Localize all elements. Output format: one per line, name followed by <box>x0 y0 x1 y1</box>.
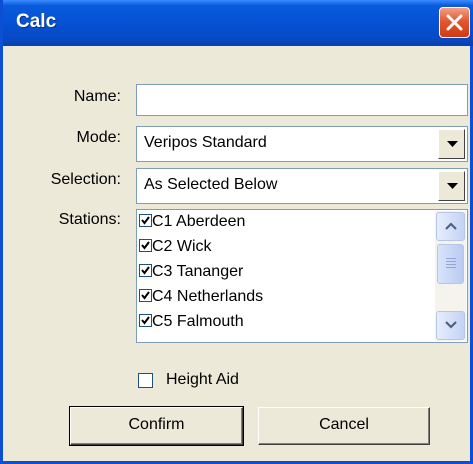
station-item[interactable]: C4 Netherlands <box>139 288 263 312</box>
station-item[interactable]: C3 Tananger <box>139 263 243 287</box>
selection-select[interactable]: As Selected Below <box>136 168 468 204</box>
selection-dropdown-button[interactable] <box>438 171 465 201</box>
calc-dialog: Calc Name: Mode: Veripos Standard Select… <box>0 0 473 464</box>
station-checkbox[interactable] <box>139 289 152 302</box>
confirm-button[interactable]: Confirm <box>69 406 244 446</box>
height-aid-label: Height Aid <box>166 371 239 388</box>
stations-scrollbar[interactable] <box>435 211 466 341</box>
scroll-down-button[interactable] <box>436 311 465 340</box>
scroll-thumb[interactable] <box>437 244 464 284</box>
title-bar[interactable]: Calc <box>3 0 473 46</box>
check-icon <box>141 241 150 250</box>
station-checkbox[interactable] <box>139 214 152 227</box>
mode-value: Veripos Standard <box>144 134 267 151</box>
cancel-button[interactable]: Cancel <box>258 407 430 445</box>
station-item[interactable]: C2 Wick <box>139 238 212 262</box>
station-checkbox[interactable] <box>139 314 152 327</box>
close-button[interactable] <box>439 7 470 38</box>
station-item[interactable]: C5 Falmouth <box>139 313 244 337</box>
name-input[interactable] <box>136 84 468 116</box>
window-title: Calc <box>16 11 57 32</box>
height-aid-box[interactable] <box>138 373 153 388</box>
station-label: C3 Tananger <box>152 263 244 280</box>
station-label: C2 Wick <box>152 238 212 255</box>
check-icon <box>141 291 150 300</box>
mode-select[interactable]: Veripos Standard <box>136 126 468 162</box>
station-checkbox[interactable] <box>139 239 152 252</box>
station-item[interactable]: C1 Aberdeen <box>139 213 245 237</box>
stations-list[interactable]: C1 Aberdeen C2 Wick C3 Tananger C4 Nethe… <box>136 209 468 343</box>
station-label: C1 Aberdeen <box>152 213 246 230</box>
name-label: Name: <box>73 88 121 105</box>
check-icon <box>141 316 150 325</box>
station-label: C4 Netherlands <box>152 288 264 305</box>
mode-label: Mode: <box>76 129 121 146</box>
mode-dropdown-button[interactable] <box>438 129 465 159</box>
scroll-up-button[interactable] <box>436 212 465 241</box>
check-icon <box>141 216 150 225</box>
station-label: C5 Falmouth <box>152 313 244 330</box>
station-checkbox[interactable] <box>139 264 152 277</box>
check-icon <box>141 266 150 275</box>
selection-value: As Selected Below <box>144 176 278 193</box>
stations-label: Stations: <box>58 211 121 228</box>
selection-label: Selection: <box>50 171 121 188</box>
